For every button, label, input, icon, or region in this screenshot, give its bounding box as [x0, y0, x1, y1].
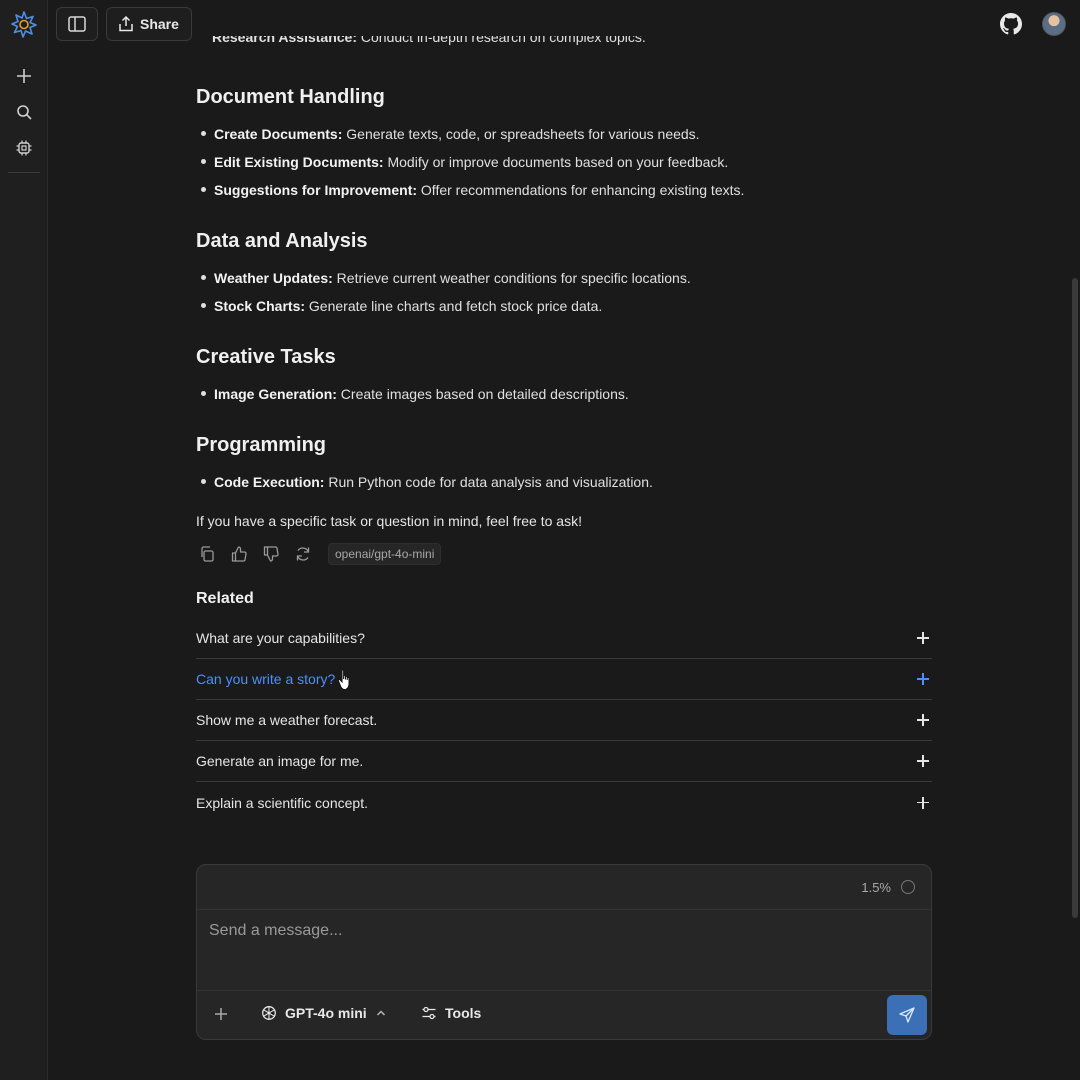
chip-icon — [16, 140, 32, 156]
related-item-label: Show me a weather forecast. — [196, 712, 378, 728]
copy-icon — [201, 546, 214, 562]
related-item-label: What are your capabilities? — [196, 630, 365, 646]
list-item: Stock Charts: Generate line charts and f… — [196, 297, 602, 315]
bullet-dot — [201, 479, 206, 485]
related-item-label: Can you write a story? — [196, 671, 336, 687]
new-chat-button[interactable] — [14, 66, 34, 86]
related-title: Related — [196, 590, 254, 607]
rail-divider — [8, 172, 40, 173]
related-list: What are your capabilities? Can you writ… — [196, 618, 932, 823]
attach-plus-icon[interactable] — [213, 1006, 229, 1022]
plus-icon — [916, 631, 930, 645]
closing-paragraph: If you have a specific task or question … — [196, 513, 582, 529]
plus-icon — [916, 796, 930, 810]
model-selector[interactable]: GPT-4o mini — [261, 1005, 387, 1021]
section-heading: Programming — [196, 434, 327, 456]
related-item[interactable]: Can you write a story? — [196, 659, 932, 700]
hand-cursor-icon — [337, 669, 350, 691]
message-input-area — [197, 910, 931, 991]
section-heading: Document Handling — [196, 86, 385, 108]
related-item-label: Generate an image for me. — [196, 753, 364, 769]
clipped-list-item: Research Assistance: Conduct in-depth re… — [212, 36, 646, 48]
openai-icon — [262, 1006, 276, 1020]
models-button[interactable] — [14, 138, 34, 158]
copy-button[interactable] — [196, 543, 218, 565]
share-button[interactable]: Share — [106, 7, 192, 41]
item-title: Image Generation: — [214, 386, 337, 402]
list-item: Weather Updates: Retrieve current weathe… — [196, 269, 691, 287]
item-text: Generate line charts and fetch stock pri… — [305, 298, 603, 314]
item-text: Modify or improve documents based on you… — [383, 154, 729, 170]
composer-toolbar: GPT-4o mini Tools — [197, 991, 931, 1039]
send-button[interactable] — [887, 995, 927, 1035]
related-item[interactable]: Explain a scientific concept. — [196, 782, 932, 823]
related-item[interactable]: Generate an image for me. — [196, 741, 932, 782]
chevron-up-icon — [376, 1010, 385, 1016]
send-icon — [899, 1007, 915, 1023]
user-avatar[interactable] — [1042, 12, 1066, 36]
list-item: Suggestions for Improvement: Offer recom… — [196, 181, 744, 199]
plus-icon — [916, 713, 930, 727]
context-ring-icon — [901, 880, 915, 894]
item-title: Stock Charts: — [214, 298, 306, 314]
plus-icon — [17, 69, 31, 83]
left-rail — [0, 0, 48, 1080]
context-usage: 1.5% — [861, 880, 891, 895]
plus-icon — [916, 754, 930, 768]
section-heading: Data and Analysis — [196, 230, 368, 252]
related-item[interactable]: What are your capabilities? — [196, 618, 932, 659]
section-heading: Creative Tasks — [196, 346, 336, 368]
list-item: Edit Existing Documents: Modify or impro… — [196, 153, 728, 171]
message-actions: openai/gpt-4o-mini — [196, 543, 442, 565]
sidebar-icon — [68, 16, 86, 32]
bullet-dot — [201, 131, 206, 137]
thumbs-up-button[interactable] — [228, 543, 250, 565]
item-text: Retrieve current weather conditions for … — [332, 270, 691, 286]
regenerate-button[interactable] — [292, 543, 314, 565]
scrollbar-thumb[interactable] — [1072, 278, 1078, 918]
message-input[interactable] — [209, 922, 919, 940]
app-logo-icon[interactable] — [10, 10, 38, 38]
list-item: Code Execution: Run Python code for data… — [196, 473, 653, 491]
bullet-dot — [201, 187, 206, 193]
model-tag: openai/gpt-4o-mini — [328, 543, 442, 565]
bullet-dot — [201, 159, 206, 165]
item-title: Weather Updates: — [214, 270, 333, 286]
clipped-item-title: Research Assistance: — [212, 36, 358, 45]
message-composer: 1.5% GPT-4o mini Tools — [196, 864, 932, 1040]
plus-icon — [916, 672, 930, 686]
bullet-dot — [201, 303, 206, 309]
related-item-label: Explain a scientific concept. — [196, 794, 368, 811]
thumbs-up-icon — [231, 546, 247, 562]
tools-button[interactable]: Tools — [421, 1005, 481, 1021]
tools-label: Tools — [445, 1005, 482, 1021]
item-text: Offer recommendations for enhancing exis… — [417, 182, 745, 198]
model-label: GPT-4o mini — [285, 1005, 367, 1021]
item-text: Generate texts, code, or spreadsheets fo… — [342, 126, 700, 142]
thumbs-down-button[interactable] — [260, 543, 282, 565]
search-icon — [17, 105, 32, 120]
related-item[interactable]: Show me a weather forecast. — [196, 700, 932, 741]
share-icon — [119, 16, 133, 32]
refresh-icon — [296, 547, 310, 561]
list-item: Image Generation: Create images based on… — [196, 385, 629, 403]
clipped-item-text: Conduct in-depth research on complex top… — [357, 36, 646, 45]
item-title: Code Execution: — [214, 474, 325, 490]
composer-header: 1.5% — [197, 865, 931, 910]
bullet-dot — [201, 391, 206, 397]
thumbs-down-icon — [263, 546, 279, 562]
sidebar-toggle-button[interactable] — [56, 7, 98, 41]
item-title: Edit Existing Documents: — [214, 154, 384, 170]
item-text: Create images based on detailed descript… — [336, 386, 629, 402]
item-text: Run Python code for data analysis and vi… — [324, 474, 653, 490]
list-item: Create Documents: Generate texts, code, … — [196, 125, 700, 143]
sliders-icon — [422, 1006, 436, 1020]
bullet-dot — [201, 275, 206, 281]
item-title: Create Documents: — [214, 126, 343, 142]
search-button[interactable] — [14, 102, 34, 122]
item-title: Suggestions for Improvement: — [214, 182, 418, 198]
share-label: Share — [140, 16, 179, 32]
scrollbar[interactable] — [1070, 48, 1080, 1080]
github-icon[interactable] — [1000, 13, 1022, 35]
